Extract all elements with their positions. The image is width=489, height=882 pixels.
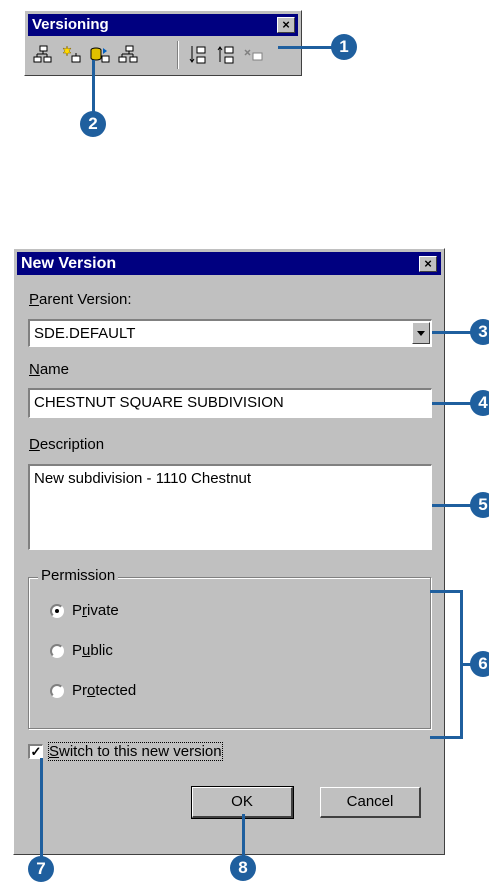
- callout-4-badge: 4: [470, 390, 489, 416]
- post-icon[interactable]: [215, 44, 237, 66]
- callout-6-bracket-top: [430, 590, 463, 593]
- callout-5-badge: 5: [470, 492, 489, 518]
- manage-versions-icon[interactable]: [32, 44, 54, 66]
- switch-version-label[interactable]: Switch to this new version: [48, 742, 223, 761]
- toolbar-separator: [177, 41, 179, 69]
- callout-3-line: [432, 331, 472, 334]
- versioning-toolbar: Versioning ×: [24, 10, 302, 76]
- option-private-label[interactable]: Private: [72, 602, 119, 619]
- cancel-button[interactable]: Cancel: [320, 787, 421, 818]
- name-label: Name: [29, 361, 70, 378]
- callout-8-line: [242, 814, 245, 856]
- reconcile-icon[interactable]: [187, 44, 209, 66]
- callout-1-badge: 1: [331, 34, 357, 60]
- description-label: Description: [29, 436, 105, 453]
- create-version-icon[interactable]: [62, 44, 84, 66]
- parent-version-select[interactable]: SDE.DEFAULT: [28, 319, 432, 347]
- callout-6-badge: 6: [470, 651, 489, 677]
- radio-selected-dot: [55, 609, 59, 613]
- switch-version-checkbox[interactable]: ✓: [28, 744, 43, 759]
- option-protected-label[interactable]: Protected: [72, 682, 136, 699]
- description-field[interactable]: New subdivision - 1110 Chestnut: [28, 464, 432, 550]
- option-public-label[interactable]: Public: [72, 642, 113, 659]
- callout-2-line: [92, 60, 95, 112]
- radio-private[interactable]: [50, 604, 64, 618]
- callout-4-line: [432, 402, 472, 405]
- dialog-title: New Version: [17, 252, 441, 275]
- dropdown-arrow-button[interactable]: [412, 322, 430, 344]
- callout-3-badge: 3: [470, 319, 489, 345]
- toolbar-close-button[interactable]: ×: [277, 17, 295, 33]
- name-field[interactable]: CHESTNUT SQUARE SUBDIVISION: [28, 388, 432, 418]
- callout-2-badge: 2: [80, 111, 106, 137]
- change-version-icon[interactable]: [117, 44, 139, 66]
- radio-protected[interactable]: [50, 684, 64, 698]
- chevron-down-icon: [417, 331, 425, 336]
- callout-5-line: [432, 504, 472, 507]
- callout-7-badge: 7: [28, 856, 54, 882]
- callout-8-badge: 8: [230, 855, 256, 881]
- delete-version-icon[interactable]: [243, 44, 265, 66]
- toolbar-title: Versioning: [28, 14, 298, 36]
- permission-label: Permission: [38, 567, 119, 584]
- new-version-dialog: New Version × Parent Version: SDE.DEFAUL…: [13, 248, 445, 855]
- callout-6-bracket-bottom: [430, 736, 463, 739]
- parent-version-label: Parent Version:: [29, 291, 132, 308]
- callout-1-line: [278, 46, 333, 49]
- parent-version-value: SDE.DEFAULT: [34, 325, 136, 342]
- callout-7-line: [40, 758, 43, 858]
- dialog-close-button[interactable]: ×: [419, 256, 437, 272]
- radio-public[interactable]: [50, 644, 64, 658]
